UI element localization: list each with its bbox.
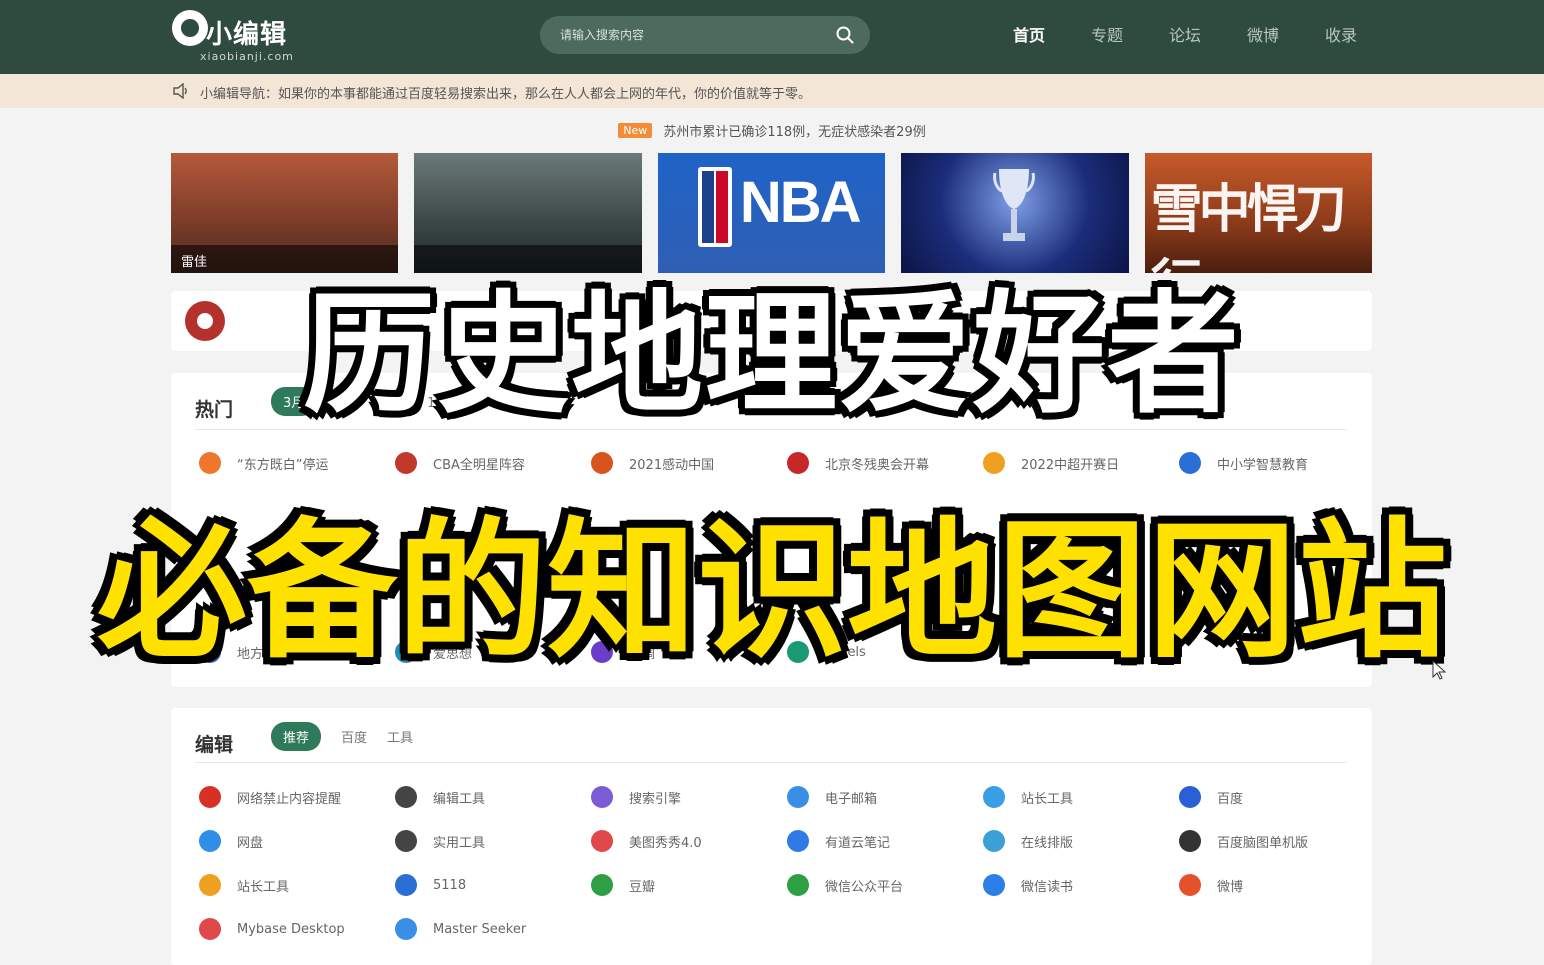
news-ticker[interactable]: New 苏州市累计已确诊118例，无症状感染者29例: [0, 120, 1544, 140]
edit-section: 编辑 推荐 百度 工具 网络禁止内容提醒 编辑工具 搜索引擎 电子邮箱 站长工具 百度 网盘…: [171, 708, 1372, 965]
link-label: 电子邮箱: [825, 791, 878, 807]
logo-subtitle: xiaobianji.com: [200, 50, 294, 63]
link-item[interactable]: 微信公众平台: [787, 874, 983, 896]
link-item[interactable]: 搜索引擎: [591, 786, 787, 808]
link-item[interactable]: Master Seeker: [395, 918, 591, 940]
edit-link-grid: 网络禁止内容提醒 编辑工具 搜索引擎 电子邮箱 站长工具 百度 网盘 实用工具 美图秀秀4.0 有…: [199, 786, 1375, 940]
site-icon: [983, 830, 1005, 852]
search-input[interactable]: [560, 25, 820, 45]
tab-recommended[interactable]: 推荐: [271, 722, 322, 751]
link-item[interactable]: 网络禁止内容提醒: [199, 786, 395, 808]
nav-forum[interactable]: 论坛: [1146, 22, 1224, 46]
link-label: 5118: [433, 877, 467, 893]
link-item[interactable]: 站长工具: [983, 786, 1179, 808]
link-label: 在线排版: [1021, 835, 1074, 851]
link-label: 百度: [1217, 791, 1244, 807]
new-badge: New: [618, 123, 653, 138]
edit-title: 编辑: [195, 734, 234, 756]
site-icon: [1179, 874, 1201, 896]
nav-topics[interactable]: 专题: [1068, 22, 1146, 46]
edit-tabs: 推荐 百度 工具: [271, 722, 413, 751]
site-icon: [199, 874, 221, 896]
site-icon: [395, 874, 417, 896]
link-item[interactable]: 在线排版: [983, 830, 1179, 852]
search-icon[interactable]: [836, 26, 854, 44]
link-label: 微博: [1217, 879, 1244, 895]
notice-text: 小编辑导航：如果你的本事都能通过百度轻易搜索出来，那么在人人都会上网的年代，你的…: [200, 87, 812, 102]
site-icon: [395, 786, 417, 808]
tab-baidu[interactable]: 百度: [341, 727, 367, 746]
site-icon: [199, 918, 221, 940]
mouse-cursor-icon: [1432, 660, 1446, 680]
top-header: 小编辑 xiaobianji.com 首页 专题 论坛 微博 收录: [0, 0, 1544, 74]
nba-logo-icon: NBA: [697, 167, 861, 257]
link-item[interactable]: 网盘: [199, 830, 395, 852]
search-bar: [540, 16, 870, 54]
link-item[interactable]: 编辑工具: [395, 786, 591, 808]
main-nav: 首页 专题 论坛 微博 收录: [990, 22, 1380, 46]
overlay-headline-line2: 必备的知识地图网站: [96, 505, 1447, 679]
link-item[interactable]: 百度脑图单机版: [1179, 830, 1375, 852]
link-item[interactable]: 豆瓣: [591, 874, 787, 896]
news-text: 苏州市累计已确诊118例，无症状感染者29例: [663, 125, 926, 140]
link-item[interactable]: 站长工具: [199, 874, 395, 896]
link-item[interactable]: 百度: [1179, 786, 1375, 808]
link-label: Master Seeker: [433, 921, 527, 937]
site-icon: [787, 830, 809, 852]
notice-bar: 小编辑导航：如果你的本事都能通过百度轻易搜索出来，那么在人人都会上网的年代，你的…: [0, 74, 1544, 108]
divider: [195, 762, 1347, 763]
link-label: 搜索引擎: [629, 791, 682, 807]
site-icon: [787, 786, 809, 808]
link-label: 豆瓣: [629, 879, 656, 895]
trophy-icon: [993, 169, 1036, 241]
link-label: 有道云笔记: [825, 835, 891, 851]
link-label: 实用工具: [433, 835, 486, 851]
site-icon: [591, 830, 613, 852]
link-item[interactable]: 有道云笔记: [787, 830, 983, 852]
site-icon: [199, 830, 221, 852]
nav-home[interactable]: 首页: [990, 22, 1068, 46]
link-label: 编辑工具: [433, 791, 486, 807]
link-label: Mybase Desktop: [237, 921, 345, 937]
link-item[interactable]: 电子邮箱: [787, 786, 983, 808]
site-logo[interactable]: 小编辑 xiaobianji.com: [172, 10, 312, 66]
tab-tools[interactable]: 工具: [387, 727, 413, 746]
site-icon: [1179, 786, 1201, 808]
link-item[interactable]: Mybase Desktop: [199, 918, 395, 940]
link-item[interactable]: 5118: [395, 874, 591, 896]
link-label: 网络禁止内容提醒: [237, 791, 342, 807]
site-icon: [983, 786, 1005, 808]
link-label: 站长工具: [1021, 791, 1074, 807]
site-icon: [395, 918, 417, 940]
site-icon: [787, 874, 809, 896]
link-label: 微信公众平台: [825, 879, 904, 895]
nav-weibo[interactable]: 微博: [1224, 22, 1302, 46]
overlay-headline-line1: 历史地理爱好者: [303, 278, 1241, 432]
nav-submit[interactable]: 收录: [1302, 22, 1380, 46]
logo-text: 小编辑: [206, 20, 288, 50]
site-icon: [983, 874, 1005, 896]
site-icon: [591, 786, 613, 808]
link-label: 站长工具: [237, 879, 290, 895]
nba-text: NBA: [739, 170, 862, 235]
link-item[interactable]: 微博: [1179, 874, 1375, 896]
site-icon: [1179, 830, 1201, 852]
link-label: 网盘: [237, 835, 264, 851]
site-icon: [591, 874, 613, 896]
site-icon: [395, 830, 417, 852]
logo-e-icon: [172, 10, 208, 46]
link-item[interactable]: 微信读书: [983, 874, 1179, 896]
link-label: 美图秀秀4.0: [629, 835, 702, 851]
link-item[interactable]: 美图秀秀4.0: [591, 830, 787, 852]
link-item[interactable]: 实用工具: [395, 830, 591, 852]
site-icon: [199, 786, 221, 808]
link-label: 微信读书: [1021, 879, 1074, 895]
link-label: 百度脑图单机版: [1217, 835, 1309, 851]
speaker-icon: [173, 83, 187, 99]
